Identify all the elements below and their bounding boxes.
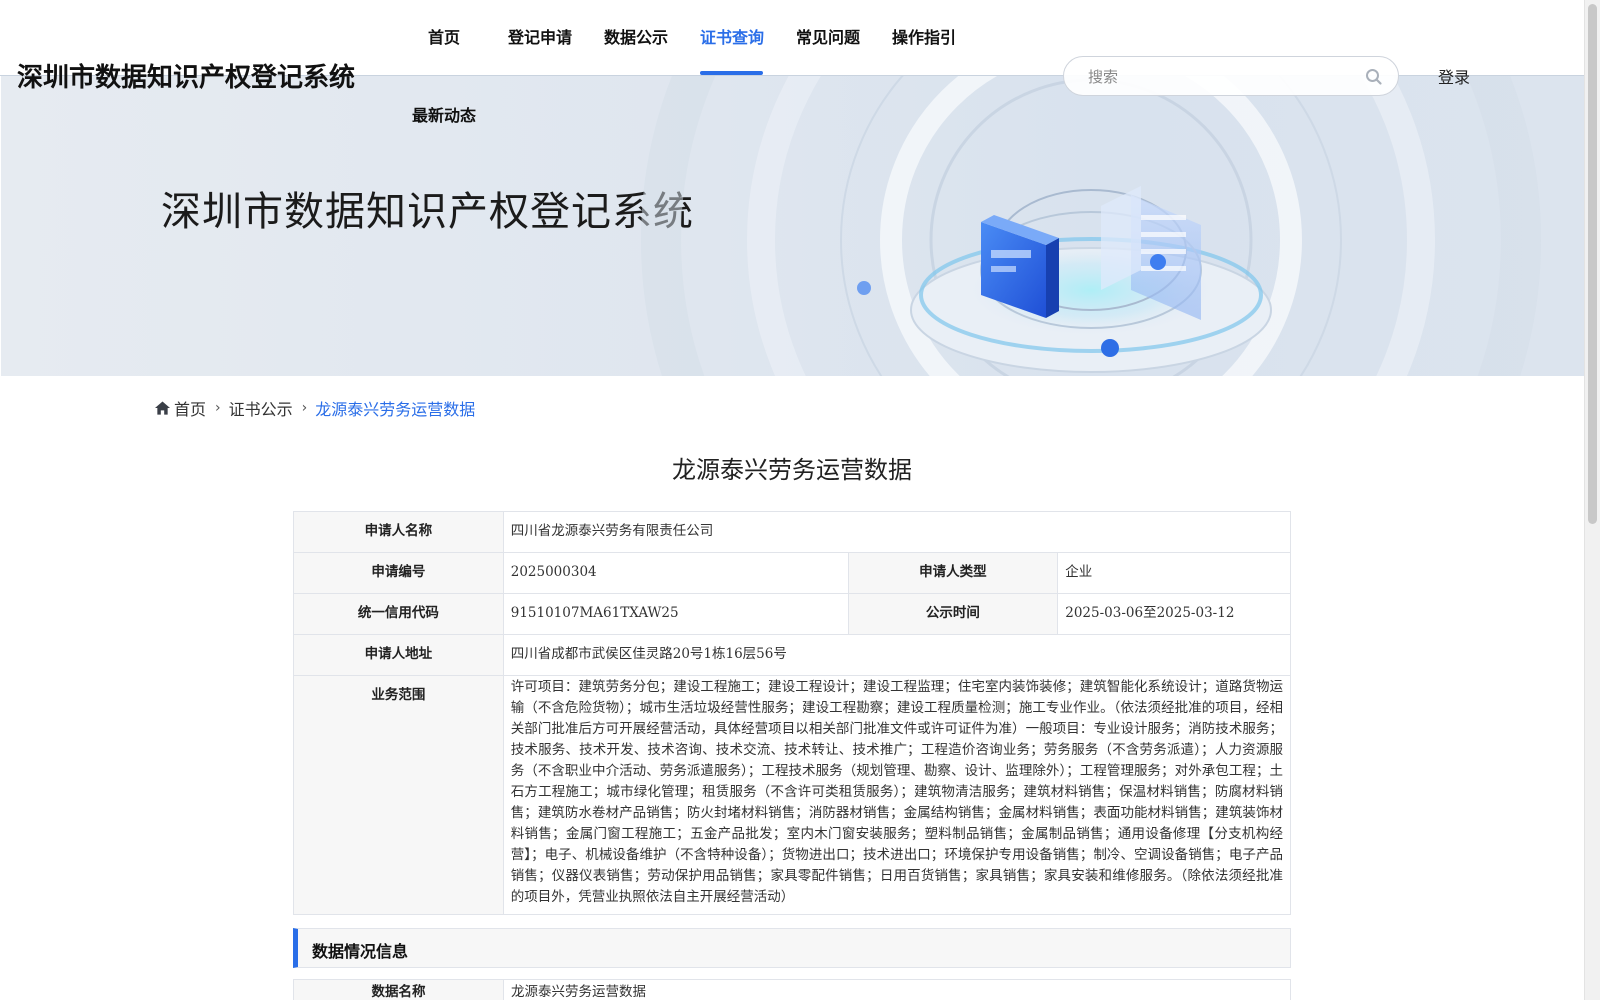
application-no-value: 2025000304 bbox=[502, 552, 849, 594]
credit-code-value: 91510107MA61TXAW25 bbox=[502, 593, 849, 635]
application-no-label: 申请编号 bbox=[293, 552, 504, 594]
chevron-right-icon: › bbox=[301, 400, 308, 416]
breadcrumb-home[interactable]: 首页 bbox=[174, 396, 206, 420]
search-input[interactable] bbox=[1088, 66, 1348, 88]
table-row: 申请人地址 四川省成都市武侯区佳灵路20号1栋16层56号 bbox=[293, 634, 1292, 676]
data-info-table: 数据名称 龙源泰兴劳务运营数据 bbox=[293, 979, 1291, 1000]
nav-item-data-publicity[interactable]: 数据公示 bbox=[604, 24, 668, 48]
search-box bbox=[1063, 56, 1399, 96]
table-row: 申请编号 2025000304 申请人类型 企业 bbox=[293, 552, 1291, 594]
publicity-time-value: 2025-03-06至2025-03-12 bbox=[1057, 593, 1291, 635]
breadcrumb: 首页 › 证书公示 › 龙源泰兴劳务运营数据 bbox=[155, 396, 475, 420]
publicity-time-label: 公示时间 bbox=[847, 593, 1059, 635]
address-label: 申请人地址 bbox=[293, 634, 504, 676]
applicant-type-value: 企业 bbox=[1057, 552, 1291, 594]
site-title: 深圳市数据知识产权登记系统 bbox=[17, 63, 356, 93]
business-scope-label: 业务范围 bbox=[293, 675, 504, 915]
nav-item-faq[interactable]: 常见问题 bbox=[796, 24, 860, 48]
table-row: 业务范围 许可项目：建筑劳务分包；建设工程施工；建设工程设计；建设工程监理；住宅… bbox=[293, 675, 1292, 915]
applicant-info-table: 申请人名称 四川省龙源泰兴劳务有限责任公司 申请编号 2025000304 申请… bbox=[293, 511, 1292, 915]
scrollbar-thumb[interactable] bbox=[1588, 4, 1597, 524]
breadcrumb-certificate-publicity[interactable]: 证书公示 bbox=[229, 396, 293, 420]
data-info-section-header: 数据情况信息 bbox=[293, 928, 1291, 968]
business-scope-value: 许可项目：建筑劳务分包；建设工程施工；建设工程设计；建设工程监理；住宅室内装饰装… bbox=[502, 675, 1292, 915]
nav-item-registration-apply[interactable]: 登记申请 bbox=[508, 24, 572, 48]
applicant-name-value: 四川省龙源泰兴劳务有限责任公司 bbox=[502, 511, 1292, 553]
search-icon[interactable] bbox=[1364, 67, 1384, 87]
applicant-type-label: 申请人类型 bbox=[847, 552, 1059, 594]
table-row: 数据名称 龙源泰兴劳务运营数据 bbox=[293, 979, 1291, 1000]
table-row: 统一信用代码 91510107MA61TXAW25 公示时间 2025-03-0… bbox=[293, 593, 1291, 635]
data-name-value: 龙源泰兴劳务运营数据 bbox=[503, 979, 1291, 1000]
vertical-scrollbar[interactable] bbox=[1584, 0, 1600, 1000]
table-row: 申请人名称 四川省龙源泰兴劳务有限责任公司 bbox=[293, 511, 1292, 553]
data-name-label: 数据名称 bbox=[293, 979, 504, 1000]
nav-item-guide[interactable]: 操作指引 bbox=[892, 24, 956, 48]
nav-active-indicator bbox=[700, 71, 763, 75]
hero-banner: 深圳市数据知识产权登记系统 bbox=[1, 76, 1584, 376]
chevron-right-icon: › bbox=[215, 400, 221, 416]
section-title: 数据情况信息 bbox=[312, 942, 409, 961]
login-link[interactable]: 登录 bbox=[1438, 64, 1470, 88]
breadcrumb-current: 龙源泰兴劳务运营数据 bbox=[315, 400, 476, 419]
banner-illustration bbox=[641, 76, 1541, 376]
address-value: 四川省成都市武侯区佳灵路20号1栋16层56号 bbox=[502, 634, 1292, 676]
nav-item-home[interactable]: 首页 bbox=[428, 24, 460, 48]
nav-item-certificate-query[interactable]: 证书查询 bbox=[700, 24, 764, 48]
nav-item-latest-news[interactable]: 最新动态 bbox=[412, 102, 476, 126]
applicant-name-label: 申请人名称 bbox=[293, 511, 504, 553]
home-icon bbox=[155, 401, 170, 415]
page-title: 龙源泰兴劳务运营数据 bbox=[672, 456, 912, 484]
credit-code-label: 统一信用代码 bbox=[293, 593, 504, 635]
